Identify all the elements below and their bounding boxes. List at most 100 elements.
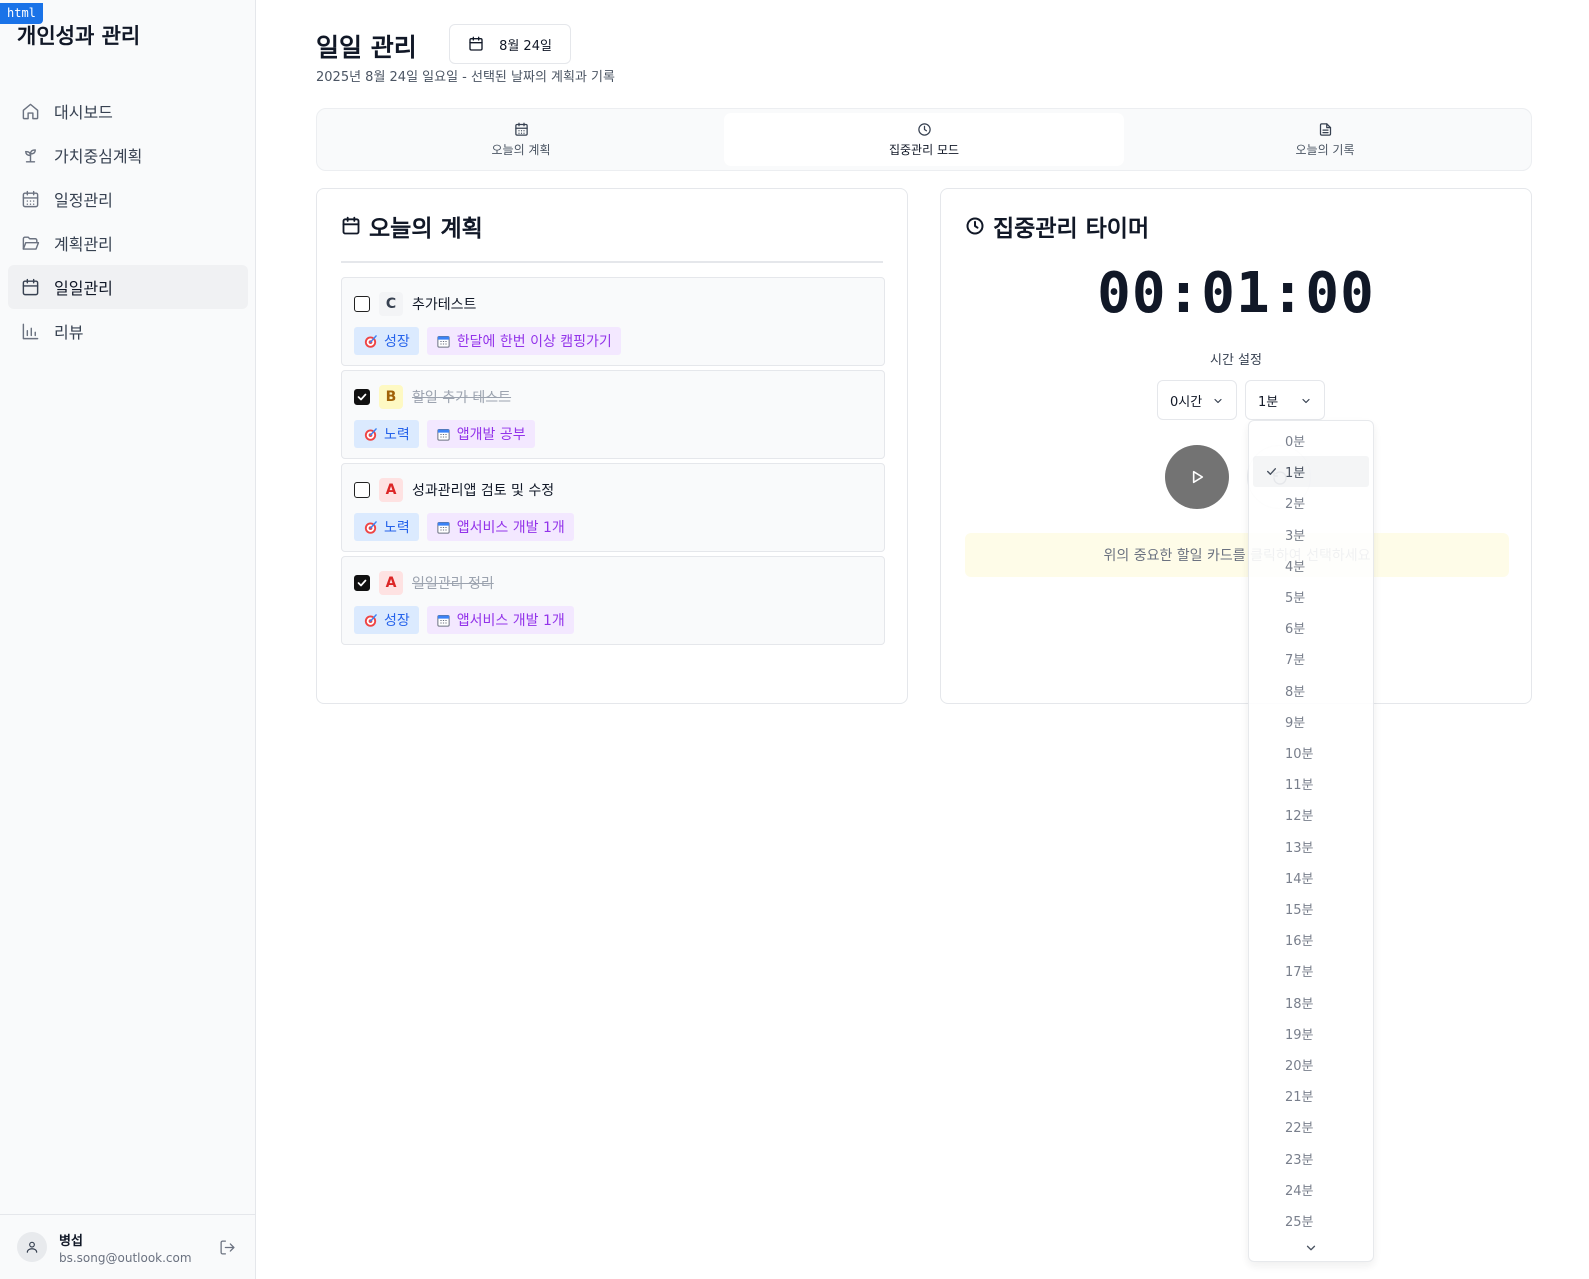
check-icon <box>1265 465 1278 478</box>
value-tag-label: 성장 <box>384 334 410 350</box>
html-badge: html <box>0 3 43 24</box>
minutes-option[interactable]: 25분 <box>1253 1205 1369 1236</box>
minutes-option-label: 0분 <box>1285 435 1306 450</box>
plan-tag-label: 앱개발 공부 <box>456 427 526 443</box>
sidebar-item-daily[interactable]: 일일관리 <box>8 265 248 309</box>
task-title: 추가테스트 <box>412 297 477 313</box>
scroll-down-button[interactable] <box>1249 1241 1373 1257</box>
minutes-option-label: 4분 <box>1285 559 1306 575</box>
minutes-option-label: 14분 <box>1285 871 1314 887</box>
minutes-option[interactable]: 24분 <box>1253 1174 1369 1205</box>
minutes-option[interactable]: 3분 <box>1253 519 1369 550</box>
minutes-option[interactable]: 5분 <box>1253 581 1369 612</box>
task-checkbox[interactable] <box>354 296 370 312</box>
sidebar-item-dashboard[interactable]: 대시보드 <box>8 89 248 133</box>
minutes-option[interactable]: 19분 <box>1253 1018 1369 1049</box>
minutes-option[interactable]: 23분 <box>1253 1143 1369 1174</box>
minutes-option[interactable]: 10분 <box>1253 737 1369 768</box>
logout-icon[interactable] <box>219 1239 236 1256</box>
user-email: bs.song@outlook.com <box>59 1250 192 1265</box>
minutes-option[interactable]: 16분 <box>1253 924 1369 955</box>
minutes-option[interactable]: 1분 <box>1253 456 1369 488</box>
minutes-option[interactable]: 6분 <box>1253 612 1369 643</box>
calendar-icon <box>341 216 361 236</box>
task-title: 일일관리 정리 <box>412 576 494 592</box>
minutes-option[interactable]: 21분 <box>1253 1080 1369 1111</box>
minutes-option-label: 3분 <box>1285 528 1306 544</box>
minutes-option-label: 24분 <box>1285 1183 1314 1199</box>
calendar-days-icon <box>21 190 40 209</box>
minutes-option[interactable]: 17분 <box>1253 955 1369 986</box>
minutes-option-label: 5분 <box>1285 591 1306 606</box>
task-card[interactable]: A 일일관리 정리 성장 앱서비스 개발 1개 <box>341 556 885 645</box>
calendar-icon <box>437 335 450 348</box>
calendar-icon <box>468 36 484 52</box>
target-icon <box>364 334 377 348</box>
hours-select[interactable]: 0시간 <box>1157 380 1237 420</box>
plan-tag: 앱서비스 개발 1개 <box>426 606 574 634</box>
check-icon <box>357 579 367 587</box>
tab-focus-mode[interactable]: 집중관리 모드 <box>724 113 1124 166</box>
minutes-option-label: 21분 <box>1285 1090 1314 1106</box>
calendar-icon <box>437 614 450 627</box>
clock-icon <box>965 216 985 236</box>
minutes-option-label: 7분 <box>1285 653 1306 669</box>
minutes-option-label: 16분 <box>1285 934 1314 950</box>
play-icon <box>1192 470 1204 484</box>
minutes-option[interactable]: 13분 <box>1253 831 1369 862</box>
sidebar-item-label: 리뷰 <box>54 323 84 342</box>
user-icon <box>26 1241 38 1253</box>
task-checkbox[interactable] <box>354 482 370 498</box>
task-card[interactable]: B 할일 추가 테스트 노력 앱개발 공부 <box>341 370 885 459</box>
minutes-option[interactable]: 18분 <box>1253 987 1369 1018</box>
minutes-option[interactable]: 0분 <box>1253 425 1369 456</box>
folder-open-icon <box>21 234 40 253</box>
play-button[interactable] <box>1165 445 1229 509</box>
minutes-option[interactable]: 20분 <box>1253 1049 1369 1080</box>
minutes-option-label: 11분 <box>1285 778 1314 794</box>
minutes-option[interactable]: 11분 <box>1253 768 1369 799</box>
minutes-option[interactable]: 8분 <box>1253 675 1369 706</box>
calendar-icon <box>514 122 529 137</box>
user-name: 병섭 <box>59 1233 83 1249</box>
minutes-option[interactable]: 15분 <box>1253 893 1369 924</box>
date-picker-button[interactable]: 8월 24일 <box>449 24 571 64</box>
task-card[interactable]: C 추가테스트 성장 한달에 한번 이상 캠핑가기 <box>341 277 885 366</box>
minutes-option[interactable]: 4분 <box>1253 550 1369 581</box>
user-profile: 병섭 bs.song@outlook.com <box>0 1214 256 1279</box>
minutes-option[interactable]: 9분 <box>1253 706 1369 737</box>
sidebar-item-label: 가치중심계획 <box>54 147 143 166</box>
tab-today-record[interactable]: 오늘의 기록 <box>1125 113 1525 166</box>
sidebar-item-plans[interactable]: 계획관리 <box>8 221 248 265</box>
divider <box>341 261 883 263</box>
minutes-select[interactable]: 1분 <box>1245 380 1325 420</box>
sidebar-item-schedule[interactable]: 일정관리 <box>8 177 248 221</box>
minutes-option-label: 8분 <box>1285 684 1306 700</box>
minutes-option-label: 10분 <box>1285 747 1314 762</box>
date-button-label: 8월 24일 <box>499 38 552 54</box>
chevron-down-icon <box>1306 1245 1316 1251</box>
task-checkbox[interactable] <box>354 389 370 405</box>
priority-badge: A <box>379 571 403 595</box>
tab-label: 오늘의 계획 <box>491 142 551 157</box>
minutes-option[interactable]: 14분 <box>1253 862 1369 893</box>
minutes-option[interactable]: 12분 <box>1253 799 1369 830</box>
task-checkbox[interactable] <box>354 575 370 591</box>
minutes-option[interactable]: 2분 <box>1253 487 1369 518</box>
minutes-option[interactable]: 7분 <box>1253 643 1369 674</box>
minutes-option-label: 9분 <box>1285 715 1306 731</box>
minutes-option[interactable]: 22분 <box>1253 1111 1369 1142</box>
task-card[interactable]: A 성과관리앱 검토 및 수정 노력 앱서비스 개발 1개 <box>341 463 885 552</box>
file-text-icon <box>1318 122 1333 137</box>
sidebar-item-review[interactable]: 리뷰 <box>8 309 248 353</box>
sidebar-item-value-plan[interactable]: 가치중심계획 <box>8 133 248 177</box>
sidebar-item-label: 대시보드 <box>54 103 113 122</box>
tab-today-plan[interactable]: 오늘의 계획 <box>321 113 721 166</box>
value-tag: 성장 <box>354 327 419 355</box>
plan-card-title-text: 오늘의 계획 <box>369 216 483 242</box>
calendar-icon <box>21 278 40 297</box>
minutes-option-label: 25분 <box>1285 1215 1314 1230</box>
time-setting-label: 시간 설정 <box>1210 353 1262 368</box>
timer-display: 00:01:00 <box>1097 261 1375 326</box>
task-title: 할일 추가 테스트 <box>412 390 512 406</box>
